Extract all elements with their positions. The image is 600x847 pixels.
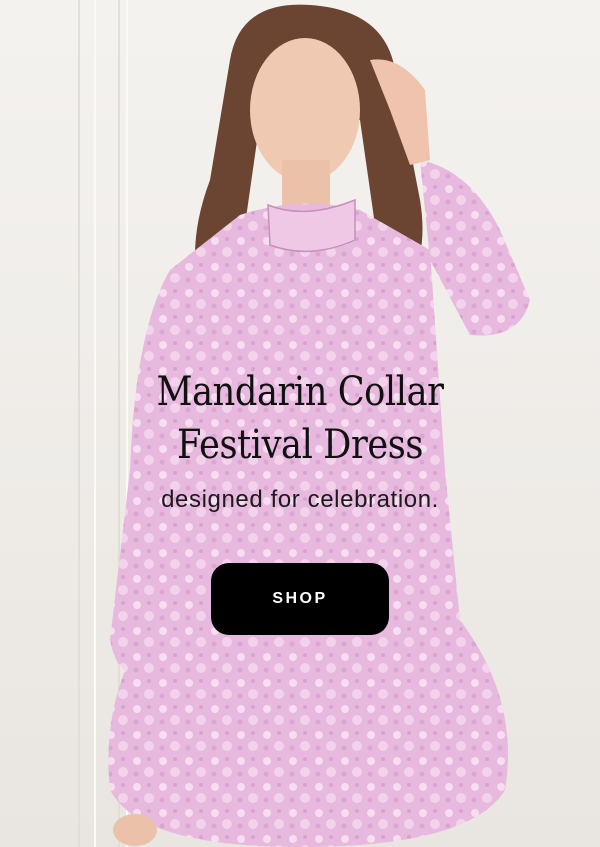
headline-line-2: Festival Dress — [177, 422, 423, 468]
raised-arm — [420, 160, 530, 336]
shop-button[interactable]: SHOP — [211, 563, 389, 635]
promo-banner[interactable]: Mandarin Collar Festival Dress designed … — [0, 0, 600, 847]
headline-line-1: Mandarin Collar — [156, 369, 444, 415]
tagline: designed for celebration. — [161, 486, 439, 513]
